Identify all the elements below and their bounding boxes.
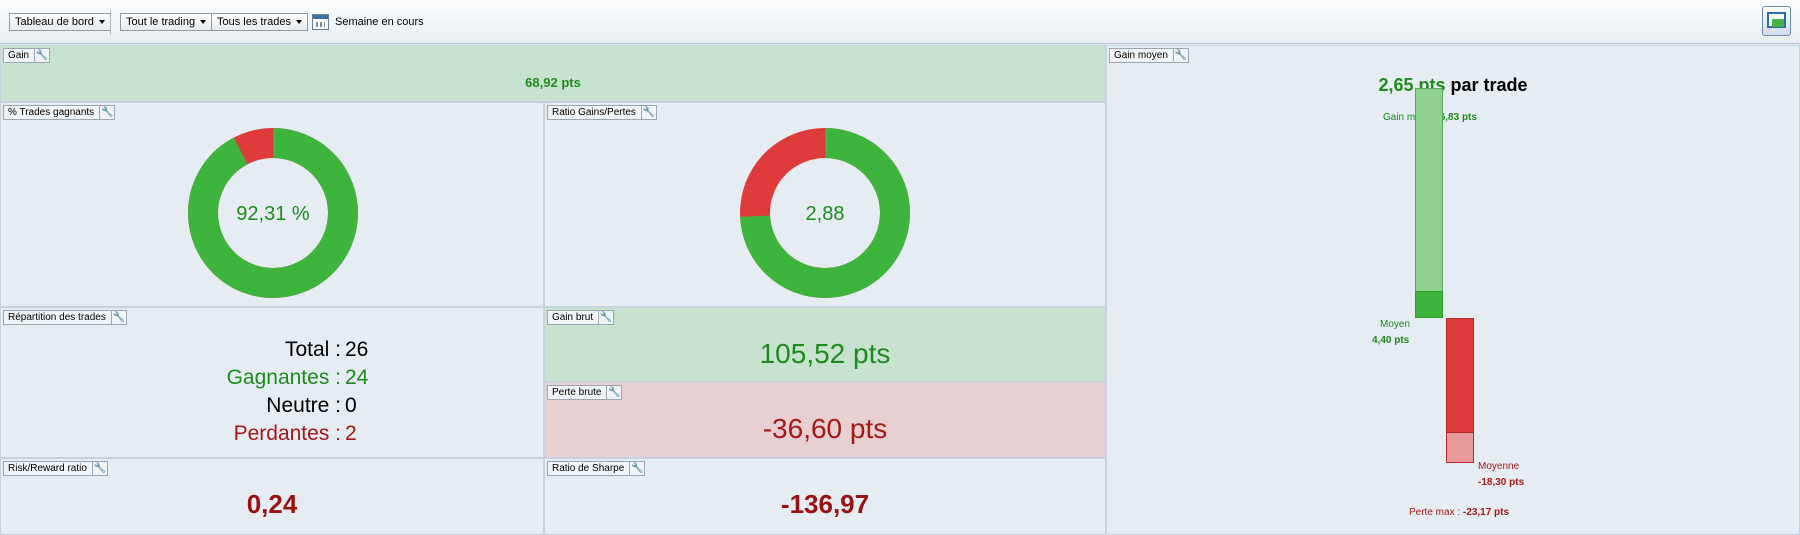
- sharpe-label: Ratio de Sharpe 🔧: [547, 461, 646, 476]
- distribution-row-label: Neutre :: [266, 394, 341, 417]
- ratio-donut: 2,88: [740, 128, 910, 298]
- gross-loss-panel: Perte brute 🔧 -36,60 pts: [544, 382, 1106, 458]
- average-loss-bar: [1446, 432, 1474, 463]
- toolbar: Tableau de bord Tout le trading Tous les…: [0, 0, 1800, 44]
- loss-max-caption: Perte max : -23,17 pts: [1409, 507, 1509, 518]
- trades-dropdown[interactable]: Tous les trades: [211, 13, 308, 31]
- win-rate-panel: % Trades gagnants 🔧 92,31 %: [0, 102, 544, 307]
- win-rate-label: % Trades gagnants 🔧: [3, 105, 116, 120]
- average-gain-caption-label: Moyen: [1380, 319, 1411, 330]
- average-gain-bar: [1415, 290, 1443, 318]
- sharpe-value: -136,97: [780, 489, 870, 519]
- wrench-icon[interactable]: 🔧: [91, 462, 107, 475]
- gain-value: 68,92 pts: [525, 75, 581, 90]
- average-gain-title: 2,65 pts par trade: [1107, 75, 1799, 96]
- distribution-row-value: 0: [345, 394, 357, 417]
- calendar-icon[interactable]: [312, 14, 329, 30]
- average-gain-suffix: par trade: [1450, 75, 1528, 95]
- ratio-panel: Ratio Gains/Pertes 🔧 2,88: [544, 102, 1106, 307]
- gain-max-bar: [1415, 88, 1443, 318]
- wrench-icon[interactable]: 🔧: [110, 311, 126, 324]
- dashboard-settings-icon[interactable]: [1762, 6, 1791, 36]
- trading-dropdown[interactable]: Tout le trading: [120, 13, 213, 31]
- wrench-icon[interactable]: 🔧: [1172, 49, 1188, 62]
- risk-reward-value: 0,24: [246, 489, 298, 519]
- loss-max-label: Perte max :: [1409, 507, 1461, 518]
- trade-distribution-panel: Répartition des trades 🔧 Total :26 Gagnant…: [0, 307, 544, 458]
- ratio-value: 2,88: [806, 203, 845, 225]
- wrench-icon[interactable]: 🔧: [99, 106, 114, 119]
- gross-gain-panel: Gain brut 🔧 105,52 pts: [544, 307, 1106, 382]
- distribution-row-value: 24: [345, 366, 369, 389]
- gross-loss-label: Perte brute 🔧: [547, 385, 623, 400]
- gain-panel: Gain 🔧 68,92 pts: [0, 45, 1106, 102]
- win-rate-value: 92,31 %: [236, 203, 310, 225]
- gross-loss-value: -36,60 pts: [762, 413, 888, 444]
- ratio-label: Ratio Gains/Pertes 🔧: [547, 105, 657, 120]
- dashboard-dropdown[interactable]: Tableau de bord: [9, 13, 111, 31]
- sharpe-panel: Ratio de Sharpe 🔧 -136,97: [544, 458, 1106, 535]
- average-gain-label: Gain moyen 🔧: [1109, 48, 1189, 63]
- distribution-row-label: Gagnantes :: [226, 366, 341, 389]
- wrench-icon[interactable]: 🔧: [629, 462, 644, 475]
- distribution-row-label: Total :: [284, 338, 341, 361]
- distribution-row-value: 26: [345, 338, 369, 361]
- distribution-row-value: 2: [345, 422, 357, 445]
- average-gain-caption-value: 4,40 pts: [1372, 335, 1410, 346]
- gain-label: Gain 🔧: [3, 48, 51, 63]
- toolbar-separator: [110, 10, 111, 34]
- win-rate-donut: 92,31 %: [188, 128, 358, 298]
- risk-reward-panel: Risk/Reward ratio 🔧 0,24: [0, 458, 544, 535]
- trade-distribution-label: Répartition des trades 🔧: [3, 310, 127, 325]
- gross-gain-label: Gain brut 🔧: [547, 310, 615, 325]
- gross-gain-value: 105,52 pts: [759, 338, 891, 369]
- wrench-icon[interactable]: 🔧: [640, 106, 656, 119]
- distribution-row-label: Perdantes :: [233, 422, 341, 445]
- average-gain-panel: Gain moyen 🔧 2,65 pts par trade Gain max …: [1106, 45, 1800, 535]
- wrench-icon[interactable]: 🔧: [34, 49, 49, 62]
- wrench-icon[interactable]: 🔧: [606, 386, 621, 399]
- week-period-label[interactable]: Semaine en cours: [335, 16, 424, 28]
- average-loss-caption-value: -18,30 pts: [1478, 477, 1525, 488]
- wrench-icon[interactable]: 🔧: [598, 311, 613, 324]
- risk-reward-label: Risk/Reward ratio 🔧: [3, 461, 108, 476]
- average-loss-caption-label: Moyenne: [1478, 461, 1520, 472]
- loss-max-value: -23,17 pts: [1462, 507, 1510, 518]
